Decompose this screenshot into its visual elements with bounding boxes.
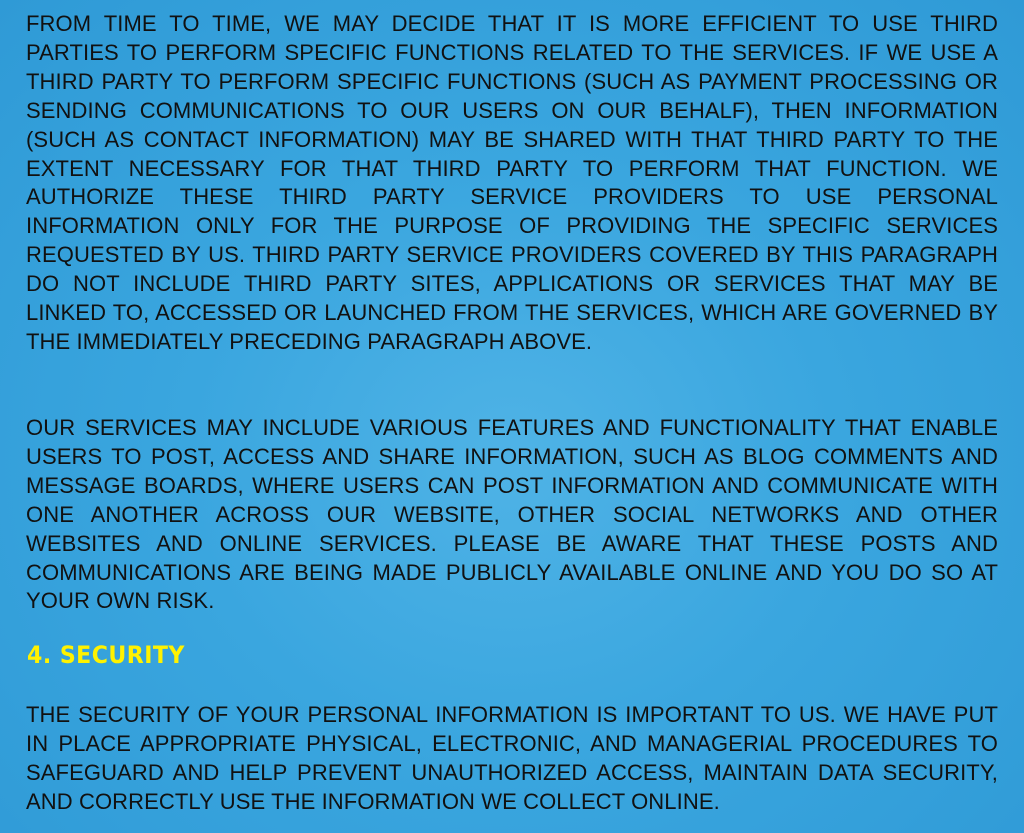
third-party-paragraph: FROM TIME TO TIME, WE MAY DECIDE THAT IT… (26, 11, 998, 354)
security-paragraph: THE SECURITY OF YOUR PERSONAL INFORMATIO… (26, 702, 998, 814)
public-features-paragraph: OUR SERVICES MAY INCLUDE VARIOUS FEATURE… (26, 415, 998, 614)
policy-page: FROM TIME TO TIME, WE MAY DECIDE THAT IT… (0, 0, 1024, 833)
security-section-heading: 4. SECURITY (27, 641, 185, 669)
